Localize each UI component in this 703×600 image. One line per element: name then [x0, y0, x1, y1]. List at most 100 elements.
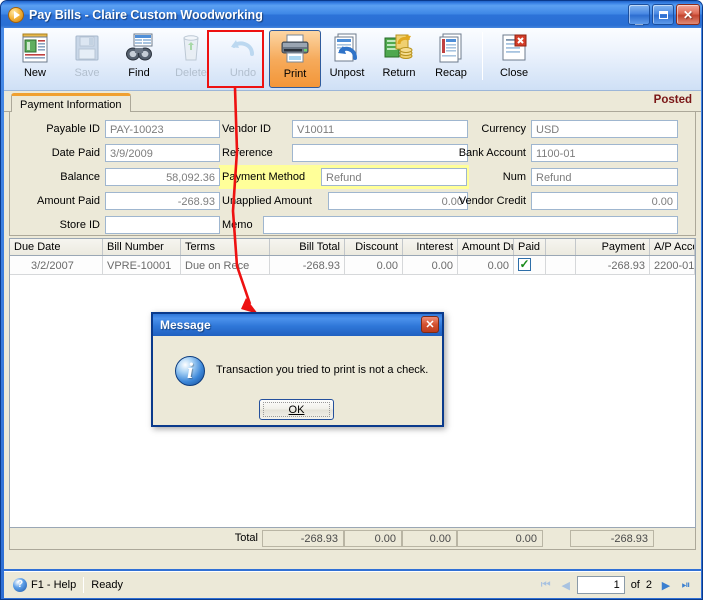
- cell-interest[interactable]: 0.00: [403, 256, 458, 275]
- ready-status-text: Ready: [91, 579, 124, 591]
- grid-header-discount[interactable]: Discount: [345, 239, 403, 255]
- maximize-icon: [653, 5, 673, 24]
- close-document-icon: [497, 32, 531, 64]
- toolbar-button-print[interactable]: Print: [269, 30, 321, 88]
- toolbar-label-close: Close: [499, 67, 529, 79]
- toolbar-label-find: Find: [128, 67, 150, 79]
- of-label: of: [630, 579, 640, 591]
- pay-bills-window: Pay Bills - Claire Custom Woodworking _ …: [0, 0, 703, 600]
- grid-header-terms[interactable]: Terms: [181, 239, 270, 255]
- play-circle-icon: [8, 6, 24, 23]
- grid-header-due-date[interactable]: Due Date: [10, 239, 103, 255]
- question-mark-icon[interactable]: ?: [13, 578, 27, 592]
- dialog-title: Message: [160, 318, 211, 332]
- dialog-close-button[interactable]: ✕: [421, 316, 439, 333]
- status-bar: ? F1 - Help Ready ⏮ ◀ 1 of 2 ▶ ⏯: [4, 571, 701, 598]
- cell-discount[interactable]: 0.00: [345, 256, 403, 275]
- field-balance[interactable]: 58,092.36: [105, 168, 220, 186]
- toolbar-button-new[interactable]: New: [9, 30, 61, 88]
- field-payable-id[interactable]: PAY-10023: [105, 120, 220, 138]
- toolbar-label-unpost: Unpost: [329, 67, 365, 79]
- toolbar-button-return[interactable]: Return: [373, 30, 425, 88]
- label-unapplied-amount: Unapplied Amount: [222, 195, 312, 207]
- help-text[interactable]: F1 - Help: [31, 579, 76, 591]
- cell-bill-total[interactable]: -268.93: [270, 256, 345, 275]
- toolbar: New Save Find Delete Undo Print Unpost R…: [4, 28, 701, 91]
- return-money-icon: [382, 32, 416, 64]
- totals-label: Total: [234, 532, 258, 544]
- first-record-icon[interactable]: ⏮: [537, 576, 555, 594]
- label-vendor-id: Vendor ID: [222, 123, 271, 135]
- payment-information-form: Payable ID PAY-10023 Date Paid 3/9/2009 …: [9, 112, 696, 236]
- maximize-button[interactable]: [652, 4, 674, 25]
- cell-due-date[interactable]: 3/2/2007: [10, 256, 103, 275]
- tab-payment-information[interactable]: Payment Information: [11, 93, 131, 112]
- toolbar-label-delete: Delete: [175, 67, 207, 79]
- label-store-id: Store ID: [59, 219, 100, 231]
- label-date-paid: Date Paid: [51, 147, 100, 159]
- field-date-paid[interactable]: 3/9/2009: [105, 144, 220, 162]
- page-number-input[interactable]: 1: [576, 576, 625, 594]
- undo-arrow-icon: [226, 32, 260, 64]
- field-amount-paid[interactable]: -268.93: [105, 192, 220, 210]
- grid-header-bill-total[interactable]: Bill Total: [270, 239, 345, 255]
- record-navigator: ⏮ ◀ 1 of 2 ▶ ⏯: [537, 576, 695, 594]
- toolbar-button-recap[interactable]: Recap: [425, 30, 477, 88]
- field-bank-account[interactable]: 1100-01: [531, 144, 678, 162]
- dialog-body: Transaction you tried to print is not a …: [153, 336, 442, 425]
- toolbar-button-find[interactable]: Find: [113, 30, 165, 88]
- cell-blank[interactable]: [546, 256, 576, 275]
- cell-terms[interactable]: Due on Rece: [181, 256, 270, 275]
- field-store-id[interactable]: [105, 216, 220, 234]
- paid-checkbox[interactable]: ✓: [518, 258, 531, 271]
- cell-bill-number[interactable]: VPRE-10001: [103, 256, 181, 275]
- grid-header-bill-number[interactable]: Bill Number: [103, 239, 181, 255]
- minimize-button[interactable]: _: [628, 4, 650, 25]
- recycle-bin-icon: [174, 32, 208, 64]
- toolbar-button-close[interactable]: Close: [488, 30, 540, 88]
- toolbar-button-unpost[interactable]: Unpost: [321, 30, 373, 88]
- total-discount: 0.00: [344, 530, 402, 547]
- field-vendor-credit[interactable]: 0.00: [531, 192, 678, 210]
- toolbar-label-recap: Recap: [435, 67, 467, 79]
- cell-ap-account[interactable]: 2200-01: [650, 256, 695, 275]
- total-payment: -268.93: [570, 530, 654, 547]
- total-interest: 0.00: [402, 530, 457, 547]
- grid-header-blank[interactable]: [546, 239, 576, 255]
- label-vendor-credit: Vendor Credit: [458, 195, 526, 207]
- status-separator: [83, 577, 85, 593]
- cell-payment[interactable]: -268.93: [576, 256, 650, 275]
- last-record-icon[interactable]: ⏯: [677, 576, 695, 594]
- grid-header-interest[interactable]: Interest: [403, 239, 458, 255]
- previous-record-icon[interactable]: ◀: [557, 576, 575, 594]
- total-bill-total: -268.93: [262, 530, 344, 547]
- cell-amount-due[interactable]: 0.00: [458, 256, 514, 275]
- grid-header-ap-account[interactable]: A/P Account: [650, 239, 695, 255]
- unpost-icon: [330, 32, 364, 64]
- grid-header-amount-due[interactable]: Amount Due: [458, 239, 514, 255]
- grid-header-payment[interactable]: Payment: [576, 239, 650, 255]
- dialog-message: Transaction you tried to print is not a …: [216, 364, 429, 376]
- toolbar-label-new: New: [23, 67, 46, 79]
- minimize-icon: _: [635, 10, 643, 26]
- totals-bar: Total -268.93 0.00 0.00 0.00 -268.93: [9, 528, 696, 550]
- toolbar-label-print: Print: [283, 68, 307, 80]
- toolbar-button-undo: Undo: [217, 30, 269, 88]
- grid-header-paid[interactable]: Paid: [514, 239, 546, 255]
- label-bank-account: Bank Account: [458, 147, 526, 159]
- label-num: Num: [502, 171, 526, 183]
- window-controls: _ ✕: [628, 4, 700, 25]
- field-num[interactable]: Refund: [531, 168, 678, 186]
- field-memo[interactable]: [263, 216, 678, 234]
- toolbar-separator: [482, 32, 483, 80]
- toolbar-label-save: Save: [74, 67, 100, 79]
- next-record-icon[interactable]: ▶: [657, 576, 675, 594]
- label-payable-id: Payable ID: [46, 123, 100, 135]
- field-currency[interactable]: USD: [531, 120, 678, 138]
- ok-button[interactable]: OK: [259, 399, 334, 420]
- binoculars-icon: [122, 32, 156, 64]
- label-amount-paid: Amount Paid: [37, 195, 100, 207]
- new-document-icon: [18, 32, 52, 64]
- toolbar-label-return: Return: [382, 67, 416, 79]
- close-button[interactable]: ✕: [676, 4, 700, 25]
